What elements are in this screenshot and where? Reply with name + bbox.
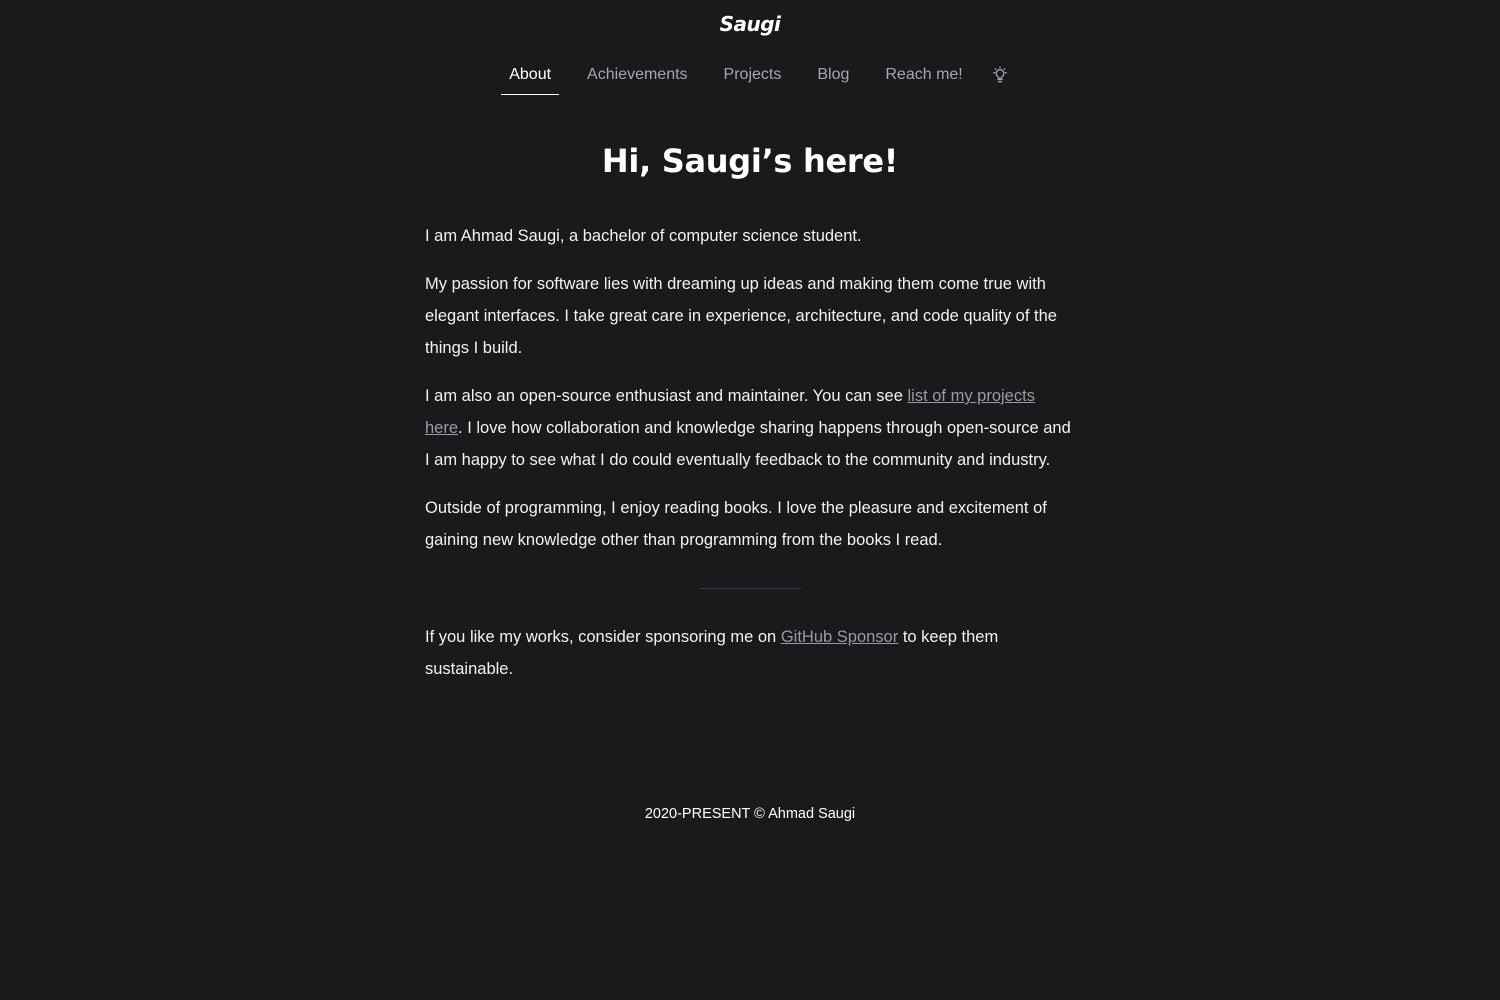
nav-item-blog[interactable]: Blog bbox=[809, 62, 857, 95]
nav-item-projects[interactable]: Projects bbox=[716, 62, 790, 95]
lightbulb-icon[interactable] bbox=[991, 66, 1009, 84]
intro-paragraph: I am Ahmad Saugi, a bachelor of computer… bbox=[425, 227, 862, 245]
nav-item-reach-me[interactable]: Reach me! bbox=[877, 62, 970, 95]
main-nav: About Achievements Projects Blog Reach m… bbox=[0, 62, 1500, 95]
about-content: I am Ahmad Saugi, a bachelor of computer… bbox=[425, 220, 1075, 701]
opensource-text-after: . I love how collaboration and knowledge… bbox=[425, 419, 1071, 469]
footer-copyright: 2020-PRESENT © Ahmad Saugi bbox=[644, 806, 856, 822]
sponsor-paragraph: If you like my works, consider sponsorin… bbox=[425, 621, 1075, 685]
opensource-paragraph: I am also an open-source enthusiast and … bbox=[425, 380, 1075, 476]
opensource-text-before: I am also an open-source enthusiast and … bbox=[425, 387, 908, 405]
github-sponsor-link[interactable]: GitHub Sponsor bbox=[781, 628, 898, 646]
nav-item-achievements[interactable]: Achievements bbox=[579, 62, 696, 95]
nav-item-about[interactable]: About bbox=[501, 62, 560, 95]
reading-paragraph: Outside of programming, I enjoy reading … bbox=[425, 499, 1047, 549]
passion-paragraph: My passion for software lies with dreami… bbox=[425, 275, 1057, 357]
page-title: Hi, Saugi’s here! bbox=[601, 142, 899, 180]
divider bbox=[699, 588, 801, 589]
site-logo[interactable]: Saugi bbox=[0, 12, 1500, 36]
sponsor-text-before: If you like my works, consider sponsorin… bbox=[425, 628, 781, 646]
